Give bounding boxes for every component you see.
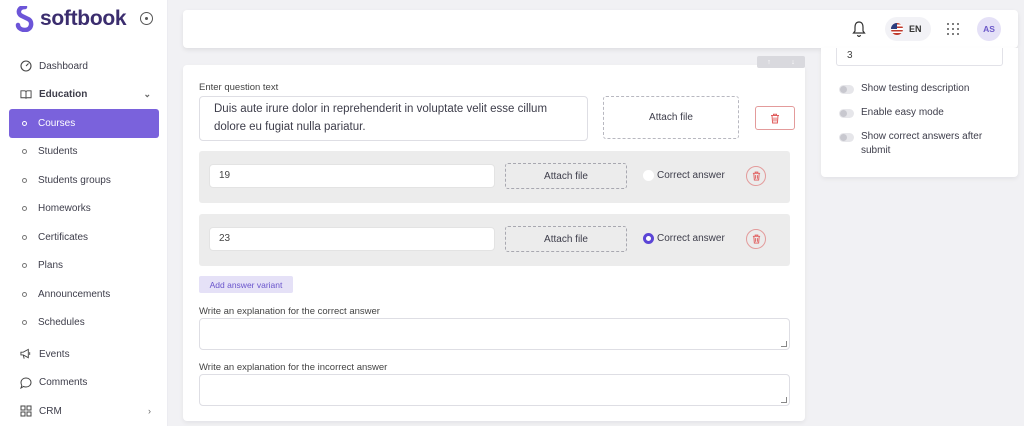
- add-answer-variant-button[interactable]: Add answer variant: [199, 276, 293, 293]
- sidebar-item-schedules[interactable]: Schedules: [9, 309, 159, 338]
- question-card: ↑ ↓ Enter question text Duis aute irure …: [183, 56, 805, 421]
- sidebar-item-label: Homeworks: [38, 203, 91, 215]
- sidebar-item-homeworks[interactable]: Homeworks: [9, 195, 159, 224]
- question-text-input[interactable]: Duis aute irure dolor in reprehenderit i…: [199, 96, 588, 141]
- sidebar-item-label: Education: [39, 89, 88, 101]
- sidebar: softbook Dashboard Education ⌄ Courses S…: [0, 0, 168, 426]
- answer-input[interactable]: 23: [209, 227, 495, 251]
- correct-answer-radio[interactable]: Correct answer: [643, 170, 725, 181]
- brand[interactable]: softbook: [14, 6, 127, 32]
- correct-answer-label: Correct answer: [657, 170, 725, 181]
- attach-file-button[interactable]: Attach file: [505, 226, 627, 252]
- attempts-number-input[interactable]: 3: [836, 48, 1003, 66]
- answer-variant: 23 Attach file Correct answer: [199, 214, 790, 266]
- sidebar-item-label: Plans: [38, 260, 64, 272]
- sidebar-item-announcements[interactable]: Announcements: [9, 280, 159, 309]
- sidebar-collapse-icon[interactable]: [140, 12, 153, 25]
- toggle-enable-easy-mode[interactable]: Enable easy mode: [839, 106, 944, 120]
- bullet-icon: [22, 263, 27, 269]
- sidebar-item-courses[interactable]: Courses: [9, 109, 159, 138]
- sidebar-nav: Dashboard Education ⌄ Courses Students S…: [9, 52, 159, 426]
- delete-answer-button[interactable]: [746, 166, 766, 186]
- sidebar-item-events[interactable]: Events: [9, 340, 159, 369]
- bullet-icon: [22, 320, 27, 326]
- top-bar: EN AS: [183, 10, 1018, 48]
- delete-question-button[interactable]: [755, 106, 795, 130]
- sidebar-item-label: Comments: [39, 377, 88, 389]
- radio-on-icon[interactable]: [643, 233, 654, 244]
- sidebar-item-label: Certificates: [38, 231, 89, 243]
- dashboard-icon: [20, 60, 32, 72]
- bullet-icon: [22, 177, 27, 183]
- bullet-icon: [22, 149, 27, 155]
- softbook-logo-icon: [15, 6, 34, 32]
- bell-icon[interactable]: [851, 20, 867, 38]
- chevron-down-icon: ⌄: [143, 88, 151, 99]
- answer-input[interactable]: 19: [209, 164, 495, 188]
- sidebar-item-plans[interactable]: Plans: [9, 252, 159, 281]
- book-icon: [20, 89, 32, 101]
- sidebar-item-dashboard[interactable]: Dashboard: [9, 52, 159, 81]
- sidebar-item-students-groups[interactable]: Students groups: [9, 166, 159, 195]
- correct-answer-label: Correct answer: [657, 233, 725, 244]
- attach-file-button[interactable]: Attach file: [505, 163, 627, 189]
- test-settings-panel: 3 Show testing description Enable easy m…: [821, 48, 1018, 177]
- megaphone-icon: [20, 348, 32, 360]
- toggle-show-testing-description[interactable]: Show testing description: [839, 82, 969, 96]
- sidebar-item-label: Courses: [38, 117, 76, 129]
- bullet-icon: [22, 120, 27, 126]
- language-selector[interactable]: EN: [885, 17, 931, 41]
- trash-icon: [771, 113, 779, 123]
- sidebar-item-education[interactable]: Education ⌄: [9, 81, 159, 110]
- trash-icon: [752, 171, 760, 181]
- language-code: EN: [909, 24, 922, 34]
- bullet-icon: [22, 234, 27, 240]
- correct-explanation-label: Write an explanation for the correct ans…: [199, 306, 380, 317]
- attach-file-button[interactable]: Attach file: [603, 96, 739, 139]
- toggle-switch[interactable]: [839, 133, 854, 142]
- move-down-icon[interactable]: ↓: [791, 59, 795, 66]
- comment-icon: [20, 377, 32, 389]
- brand-name: softbook: [40, 7, 127, 30]
- chevron-right-icon: ›: [148, 406, 151, 416]
- sidebar-item-comments[interactable]: Comments: [9, 369, 159, 398]
- sidebar-item-label: Students: [38, 146, 78, 158]
- user-avatar[interactable]: AS: [977, 17, 1001, 41]
- toggle-label: Enable easy mode: [861, 107, 944, 118]
- sidebar-item-label: Events: [39, 348, 70, 360]
- correct-explanation-textarea[interactable]: [199, 318, 790, 350]
- sidebar-item-label: Dashboard: [39, 60, 88, 72]
- bullet-icon: [22, 206, 27, 212]
- toggle-show-correct-answers[interactable]: Show correct answers after submit: [839, 130, 1009, 158]
- move-up-icon[interactable]: ↑: [767, 59, 771, 66]
- delete-answer-button[interactable]: [746, 229, 766, 249]
- correct-answer-radio[interactable]: Correct answer: [643, 233, 725, 244]
- us-flag-icon: [891, 23, 903, 35]
- sidebar-item-students[interactable]: Students: [9, 138, 159, 167]
- toggle-switch[interactable]: [839, 85, 854, 94]
- sidebar-item-label: CRM: [39, 405, 62, 417]
- sidebar-item-label: Schedules: [38, 317, 85, 329]
- bullet-icon: [22, 291, 27, 297]
- incorrect-explanation-textarea[interactable]: [199, 374, 790, 406]
- answer-variant: 19 Attach file Correct answer: [199, 151, 790, 203]
- apps-grid-icon[interactable]: [947, 23, 959, 35]
- trash-icon: [752, 234, 760, 244]
- toggle-label: Show correct answers after submit: [861, 131, 983, 156]
- toggle-label: Show testing description: [861, 83, 970, 94]
- radio-off-icon[interactable]: [643, 170, 654, 181]
- question-label: Enter question text: [199, 82, 279, 93]
- incorrect-explanation-label: Write an explanation for the incorrect a…: [199, 362, 388, 373]
- sort-controls: ↑ ↓: [757, 56, 805, 68]
- sidebar-item-label: Announcements: [38, 288, 111, 300]
- toggle-switch[interactable]: [839, 109, 854, 118]
- sidebar-item-certificates[interactable]: Certificates: [9, 223, 159, 252]
- grid-icon: [20, 405, 32, 417]
- sidebar-item-label: Students groups: [38, 174, 111, 186]
- sidebar-item-crm[interactable]: CRM ›: [9, 397, 159, 426]
